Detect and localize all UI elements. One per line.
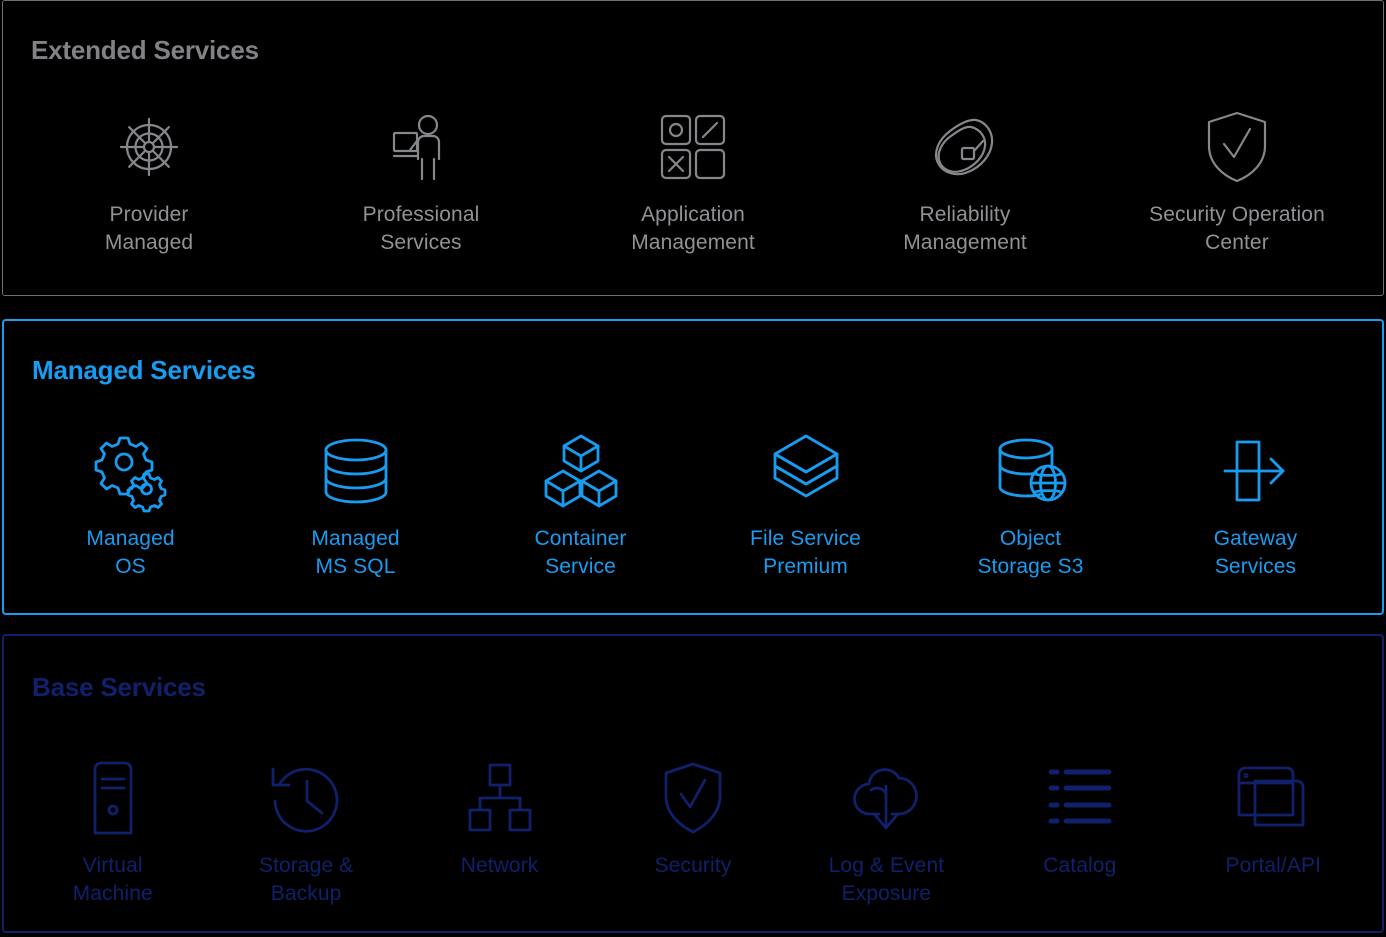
- section-title-base: Base Services: [32, 672, 206, 702]
- network-nodes-icon: [467, 758, 533, 838]
- layers-icon: [769, 431, 843, 511]
- service-item-professional-services[interactable]: Professional Services: [285, 107, 557, 257]
- service-label: Log & Event Exposure: [828, 854, 945, 905]
- service-label: Catalog: [1043, 854, 1117, 877]
- service-label: Storage & Backup: [258, 854, 354, 905]
- shield-check-icon: [662, 758, 724, 838]
- service-item-reliability-management[interactable]: Reliability Management: [829, 107, 1101, 257]
- list-lines-icon: [1048, 758, 1112, 838]
- database-icon: [319, 431, 393, 511]
- service-item-virtual-machine[interactable]: Virtual Machine: [16, 758, 209, 908]
- service-label: Managed OS: [86, 527, 175, 578]
- service-label: Gateway Services: [1213, 527, 1298, 578]
- browser-windows-icon: [1235, 758, 1311, 838]
- section-managed-services: Managed Services Managed OS Managed MS S…: [2, 319, 1384, 615]
- service-label: Reliability Management: [903, 203, 1027, 254]
- service-item-object-storage-s3[interactable]: Object Storage S3: [918, 431, 1143, 581]
- cubes-icon: [544, 431, 618, 511]
- service-item-catalog[interactable]: Catalog: [983, 758, 1176, 880]
- service-label: Security Operation Center: [1149, 203, 1325, 254]
- gears-icon: [94, 431, 168, 513]
- service-item-storage-backup[interactable]: Storage & Backup: [209, 758, 402, 908]
- service-label: Object Storage S3: [977, 527, 1084, 578]
- service-label: Portal/API: [1225, 854, 1322, 877]
- section-title-extended: Extended Services: [31, 35, 259, 65]
- service-label: Security: [654, 854, 732, 877]
- clock-restore-icon: [269, 758, 343, 838]
- service-label: Virtual Machine: [72, 854, 153, 905]
- service-item-managed-ms-sql[interactable]: Managed MS SQL: [243, 431, 468, 581]
- presenter-person-icon: [386, 107, 456, 187]
- item-row-managed: Managed OS Managed MS SQL Container Serv…: [4, 431, 1382, 581]
- service-item-portal-api[interactable]: Portal/API: [1177, 758, 1370, 880]
- service-item-log-event-exposure[interactable]: Log & Event Exposure: [790, 758, 983, 908]
- service-label: Professional Services: [362, 203, 480, 254]
- service-item-network[interactable]: Network: [403, 758, 596, 880]
- cloud-download-icon: [850, 758, 922, 838]
- service-item-application-management[interactable]: Application Management: [557, 107, 829, 257]
- service-label: Provider Managed: [104, 203, 194, 254]
- service-item-file-service-premium[interactable]: File Service Premium: [693, 431, 918, 581]
- section-extended-services: Extended Services Provider Managed Profe…: [2, 0, 1384, 296]
- service-item-container-service[interactable]: Container Service: [468, 431, 693, 581]
- ships-wheel-icon: [113, 107, 185, 187]
- server-tower-icon: [86, 758, 140, 838]
- service-item-security-operation-center[interactable]: Security Operation Center: [1101, 107, 1373, 257]
- shield-check-icon: [1204, 107, 1270, 187]
- service-item-provider-managed[interactable]: Provider Managed: [13, 107, 285, 257]
- service-item-gateway-services[interactable]: Gateway Services: [1143, 431, 1368, 581]
- service-item-managed-os[interactable]: Managed OS: [18, 431, 243, 581]
- service-label: Managed MS SQL: [311, 527, 400, 578]
- section-title-managed: Managed Services: [32, 355, 256, 385]
- service-label: Application Management: [631, 203, 755, 254]
- item-row-extended: Provider Managed Professional Services A…: [3, 107, 1383, 257]
- carabiner-icon: [929, 107, 1001, 187]
- four-squares-icon: [658, 107, 728, 187]
- gateway-arrow-icon: [1219, 431, 1293, 511]
- service-label: Container Service: [534, 527, 627, 578]
- section-base-services: Base Services Virtual Machine Storage & …: [2, 634, 1384, 933]
- services-diagram: Extended Services Provider Managed Profe…: [0, 0, 1386, 937]
- service-label: Network: [460, 854, 539, 877]
- database-globe-icon: [993, 431, 1069, 511]
- service-label: File Service Premium: [750, 527, 861, 578]
- item-row-base: Virtual Machine Storage & Backup Network…: [4, 758, 1382, 908]
- service-item-security[interactable]: Security: [596, 758, 789, 880]
